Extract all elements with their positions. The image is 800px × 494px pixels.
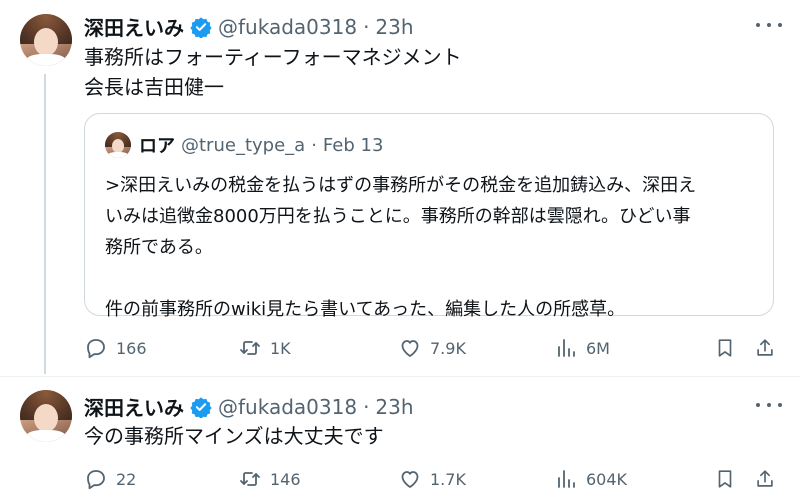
repost-icon	[240, 341, 260, 355]
views-icon	[558, 339, 575, 357]
tweet-header: 深田えいみ @fukada0318 · 23h	[84, 392, 414, 421]
views-icon	[558, 470, 575, 488]
quote-author-name: ロア	[139, 136, 175, 157]
quote-header: ロア @true_type_a · Feb 13	[105, 132, 383, 158]
share-button[interactable]	[752, 464, 778, 494]
separator-dot: ·	[363, 14, 370, 39]
like-icon	[401, 340, 419, 357]
repost-count: 146	[270, 469, 301, 489]
author-name[interactable]: 深田えいみ	[84, 12, 184, 41]
quote-author-handle: @true_type_a	[181, 134, 306, 156]
bookmark-button[interactable]	[712, 333, 738, 363]
views-button[interactable]: 6M	[554, 333, 610, 363]
like-count: 1.7K	[430, 469, 466, 489]
repost-button[interactable]: 1K	[238, 333, 291, 363]
share-button[interactable]	[752, 333, 778, 363]
quote-text: >深田えいみの税金を払うはずの事務所がその税金を追加鋳込み、深田え いみは追徴金…	[105, 175, 697, 320]
repost-button[interactable]: 146	[238, 464, 301, 494]
like-button[interactable]: 7.9K	[398, 333, 466, 363]
like-icon	[401, 471, 419, 488]
action-bar: 22 146 1.7K 604K	[84, 464, 784, 494]
reply-icon	[87, 339, 105, 359]
timestamp[interactable]: 23h	[375, 15, 413, 39]
author-handle[interactable]: @fukada0318	[218, 15, 357, 39]
reply-count: 166	[116, 338, 147, 358]
separator-dot: ·	[311, 134, 317, 156]
avatar[interactable]	[20, 390, 72, 442]
reply-button[interactable]: 166	[84, 333, 147, 363]
reply-icon	[87, 470, 105, 490]
quote-tweet[interactable]: ロア @true_type_a · Feb 13 >深田えいみの税金を払うはずの…	[84, 113, 774, 320]
separator-dot: ·	[363, 394, 370, 419]
bookmark-icon	[718, 470, 732, 488]
bookmark-button[interactable]	[712, 464, 738, 494]
action-bar: 166 1K 7.9K 6M	[84, 333, 784, 363]
author-name[interactable]: 深田えいみ	[84, 392, 184, 421]
more-icon[interactable]	[756, 20, 782, 30]
tweet-text: 事務所はフォーティーフォーマネジメント 会長は吉田健一	[84, 45, 462, 99]
share-icon	[757, 470, 773, 487]
tweet-divider	[0, 376, 800, 377]
verified-badge-icon	[190, 16, 212, 38]
views-count: 6M	[586, 338, 610, 358]
like-button[interactable]: 1.7K	[398, 464, 466, 494]
share-icon	[757, 339, 773, 356]
timestamp[interactable]: 23h	[375, 395, 413, 419]
reply-count: 22	[116, 469, 137, 489]
avatar[interactable]	[20, 14, 72, 66]
views-button[interactable]: 604K	[554, 464, 627, 494]
views-count: 604K	[586, 469, 628, 489]
author-handle[interactable]: @fukada0318	[218, 395, 357, 419]
tweet-header: 深田えいみ @fukada0318 · 23h	[84, 12, 414, 41]
like-count: 7.9K	[430, 338, 466, 358]
quote-avatar	[105, 132, 131, 158]
quote-timestamp: Feb 13	[322, 134, 384, 156]
bookmark-icon	[718, 339, 732, 357]
repost-count: 1K	[270, 338, 291, 358]
reply-button[interactable]: 22	[84, 464, 136, 494]
thread-connector-line	[44, 74, 46, 374]
verified-badge-icon	[190, 396, 212, 418]
more-icon[interactable]	[756, 400, 782, 410]
tweet-text: 今の事務所マインズは大丈夫です	[84, 424, 384, 448]
repost-icon	[240, 472, 260, 486]
